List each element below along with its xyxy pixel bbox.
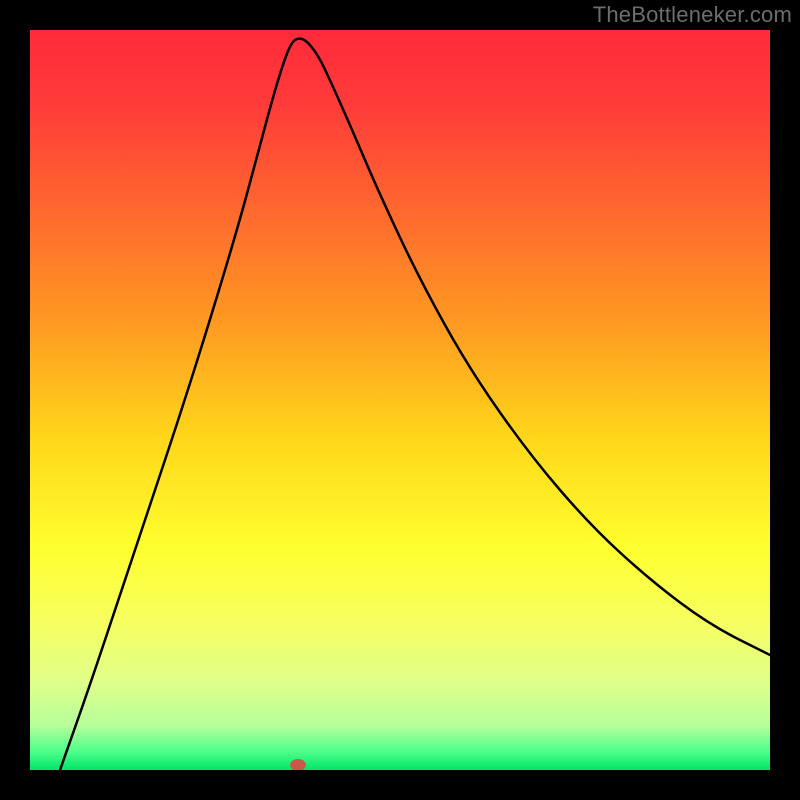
plot-area [30,30,770,770]
chart-frame: TheBottleneker.com [0,0,800,800]
watermark-text: TheBottleneker.com [593,2,792,28]
minimum-marker [290,759,306,770]
bottleneck-curve [60,39,770,770]
curve-layer [30,30,770,770]
curve-svg [30,30,770,770]
